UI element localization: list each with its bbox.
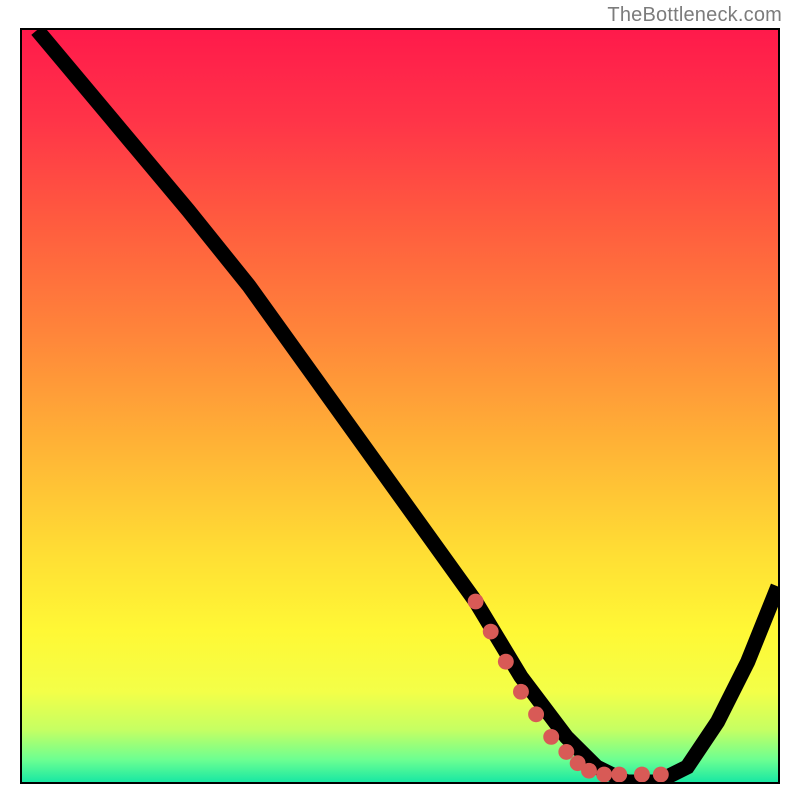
bottleneck-curve (37, 30, 778, 782)
highlight-markers (468, 594, 669, 782)
watermark-text: TheBottleneck.com (607, 4, 782, 27)
chart-svg (22, 30, 778, 782)
plot-area (20, 28, 780, 784)
highlight-marker (653, 767, 669, 782)
highlight-marker (528, 706, 544, 722)
highlight-marker (558, 744, 574, 760)
chart-container: TheBottleneck.com (0, 0, 800, 800)
highlight-marker (634, 767, 650, 782)
highlight-marker (543, 729, 559, 745)
highlight-marker (581, 763, 597, 779)
highlight-marker (513, 684, 529, 700)
highlight-marker (596, 767, 612, 782)
highlight-marker (498, 654, 514, 670)
highlight-marker (611, 767, 627, 782)
highlight-marker (468, 594, 484, 610)
highlight-marker (483, 624, 499, 640)
